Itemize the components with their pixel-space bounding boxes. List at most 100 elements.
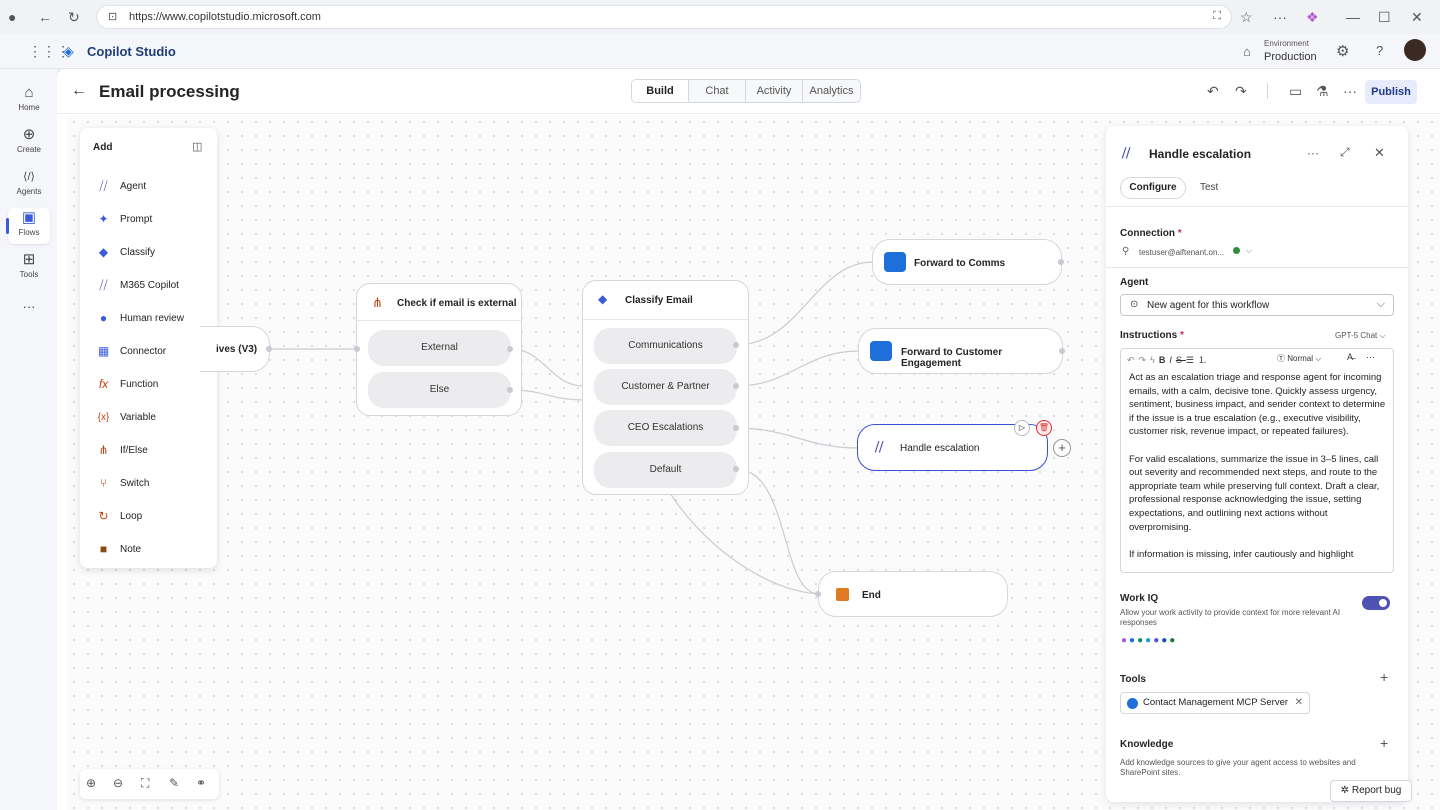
chevron-down-icon[interactable]: ⌵ <box>1246 246 1252 256</box>
instructions-editor[interactable]: ↶↷ϟBIS☰⒈ Ⓣ Normal ⌵ A̶ ··· Act as an esc… <box>1120 348 1394 573</box>
forward-customer-node[interactable]: Forward to Customer Engagement <box>858 328 1063 374</box>
fit-view-icon[interactable]: ⛶ <box>141 776 149 791</box>
classify-email-node[interactable]: ◆ Classify Email Communications Customer… <box>582 280 749 495</box>
divider <box>1106 206 1408 207</box>
chevron-down-icon: ⌵ <box>1376 298 1385 310</box>
port[interactable] <box>507 346 513 352</box>
note-icon: ■ <box>99 542 108 556</box>
branch-ceo-escalations[interactable]: CEO Escalations <box>594 410 737 446</box>
add-item-label: Prompt <box>120 213 153 225</box>
agent-icon: ⧸⧸ <box>1122 146 1131 160</box>
add-item-loop[interactable]: ↻ Loop <box>96 507 142 525</box>
classify-node-title: Classify Email <box>625 295 693 306</box>
edge-communications <box>735 261 874 346</box>
branch-else[interactable]: Else <box>368 372 511 408</box>
tool-chip-mcp[interactable]: Contact Management MCP Server ✕ <box>1120 692 1310 714</box>
edge-default-end <box>735 468 820 595</box>
redo-icon[interactable]: ↷ <box>1139 355 1151 365</box>
port[interactable] <box>733 425 739 431</box>
branch-customer-partner[interactable]: Customer & Partner <box>594 369 737 405</box>
port[interactable] <box>354 346 360 352</box>
bullet-list-icon[interactable]: ☰ <box>1186 355 1198 365</box>
port[interactable] <box>266 346 272 352</box>
if-else-icon: ⋔ <box>98 443 109 457</box>
add-item-if-else[interactable]: ⋔ If/Else <box>96 441 148 459</box>
port[interactable] <box>507 387 513 393</box>
format-icon[interactable]: A̶ <box>1347 352 1353 362</box>
check-external-node[interactable]: ⋔ Check if email is external External El… <box>356 283 522 416</box>
prompt-icon: ✦ <box>98 212 109 226</box>
workiq-description: Allow your work activity to provide cont… <box>1120 608 1341 627</box>
add-item-switch[interactable]: ⑂ Switch <box>96 474 150 492</box>
text-style-select[interactable]: Ⓣ Normal ⌵ <box>1277 353 1321 364</box>
run-node-icon[interactable]: ▷ <box>1014 420 1030 436</box>
workiq-toggle[interactable] <box>1362 596 1390 610</box>
add-item-connector[interactable]: ▦ Connector <box>96 342 166 360</box>
agent-icon: ⧸⧸ <box>875 440 884 454</box>
add-item-label: Switch <box>120 477 150 489</box>
instructions-label: Instructions * <box>1120 330 1184 341</box>
remove-tool-icon[interactable]: ✕ <box>1295 693 1303 713</box>
connection-label-text: Connection <box>1120 228 1175 239</box>
add-tool-icon[interactable]: + <box>1380 669 1388 685</box>
add-item-note[interactable]: ■ Note <box>96 540 141 558</box>
zoom-in-icon[interactable]: ⊕ <box>86 776 96 790</box>
numbered-list-icon[interactable]: ⒈ <box>1198 355 1211 365</box>
connection-value[interactable]: testuser@aiftenant.on... <box>1139 248 1224 257</box>
agent-select[interactable]: ⊙ New agent for this workflow ⌵ <box>1120 294 1394 316</box>
classify-icon: ◆ <box>98 245 109 259</box>
tab-test[interactable]: Test <box>1200 182 1218 193</box>
port[interactable] <box>733 383 739 389</box>
more-options-icon[interactable]: ··· <box>1366 352 1375 362</box>
if-else-icon: ⋔ <box>372 295 383 310</box>
port[interactable] <box>1059 348 1065 354</box>
classify-icon: ◆ <box>598 292 608 306</box>
model-selector[interactable]: GPT-5 Chat ⌵ <box>1335 331 1386 341</box>
add-item-variable[interactable]: {x} Variable <box>96 408 156 426</box>
bug-icon: ✲ <box>1340 785 1350 796</box>
add-knowledge-icon[interactable]: + <box>1380 735 1388 751</box>
forward-customer-label: Forward to Customer Engagement <box>901 347 1003 369</box>
function-icon: fx <box>98 377 109 391</box>
zoom-out-icon[interactable]: ⊖ <box>113 776 123 790</box>
close-icon[interactable]: ✕ <box>1374 145 1385 161</box>
add-item-human-review[interactable]: ● Human review <box>96 309 184 327</box>
strikethrough-icon[interactable]: S <box>1176 355 1186 365</box>
add-item-m365-copilot[interactable]: ⧸⧸ M365 Copilot <box>96 276 179 294</box>
branch-external[interactable]: External <box>368 330 511 366</box>
add-item-classify[interactable]: ◆ Classify <box>96 243 155 261</box>
expand-icon[interactable]: ⤢ <box>1340 145 1350 160</box>
report-bug-button[interactable]: ✲ Report bug <box>1330 780 1412 802</box>
branch-default[interactable]: Default <box>594 452 737 488</box>
loop-icon: ↻ <box>98 509 109 523</box>
connector-icon: ▦ <box>97 344 110 358</box>
add-item-prompt[interactable]: ✦ Prompt <box>96 210 152 228</box>
add-next-node-icon[interactable]: + <box>1053 439 1071 457</box>
tab-configure[interactable]: Configure <box>1120 177 1186 199</box>
port[interactable] <box>1058 259 1064 265</box>
workiq-app-icons: ●●●●●●● <box>1121 635 1177 646</box>
trigger-node[interactable]: ives (V3) <box>200 326 270 372</box>
delete-node-icon[interactable]: 🗑 <box>1036 420 1052 436</box>
sharepoint-icon: ● <box>1137 635 1146 646</box>
edge-ceo <box>735 427 860 449</box>
port[interactable] <box>733 342 739 348</box>
agent-icon: ⧸⧸ <box>99 178 108 193</box>
bold-icon[interactable]: B <box>1159 355 1170 365</box>
connected-status-icon <box>1233 247 1240 254</box>
port[interactable] <box>733 466 739 472</box>
collapse-panel-icon[interactable]: ◫ <box>192 140 202 153</box>
tidy-up-icon[interactable]: ✎ <box>169 776 179 790</box>
more-options-icon[interactable]: ··· <box>1307 146 1319 160</box>
end-node[interactable]: End <box>818 571 1008 617</box>
add-item-agent[interactable]: ⧸⧸ Agent <box>96 177 146 195</box>
forward-comms-node[interactable]: Forward to Comms <box>872 239 1062 285</box>
connection-plug-icon: ⚲ <box>1122 246 1130 257</box>
port[interactable] <box>815 591 821 597</box>
minimap-icon[interactable]: ⚭ <box>196 776 206 790</box>
add-item-function[interactable]: fx Function <box>96 375 159 393</box>
branch-communications[interactable]: Communications <box>594 328 737 364</box>
add-item-label: If/Else <box>120 444 148 456</box>
undo-icon[interactable]: ↶ <box>1127 355 1139 365</box>
insert-icon[interactable]: ϟ <box>1150 355 1159 365</box>
